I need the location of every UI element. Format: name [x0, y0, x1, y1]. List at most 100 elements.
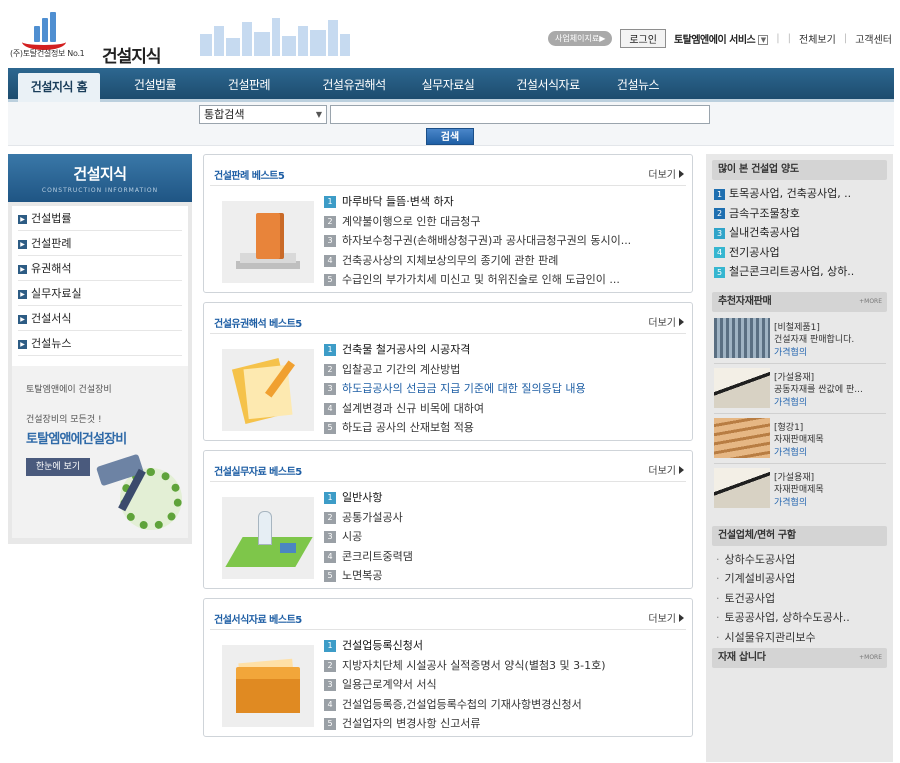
list-item[interactable]: 1 일반사항	[324, 488, 684, 508]
list-item[interactable]: 3 실내건축공사업	[714, 223, 889, 243]
list-item-text: 건설업등록신청서	[342, 639, 423, 652]
view-all-button[interactable]: 한눈에 보기	[26, 458, 90, 476]
sidebar-item-forms[interactable]: ▶ 건설서식	[18, 306, 182, 331]
list-item[interactable]: 시설물유지관리보수	[716, 628, 888, 647]
list-item[interactable]: 4 설계변경과 신규 비목에 대하여	[324, 399, 684, 419]
rank-badge: 2	[714, 208, 725, 219]
sidebar-subtitle: CONSTRUCTION INFORMATION	[41, 187, 159, 194]
sidebar-item-label: 건설뉴스	[31, 337, 72, 350]
license-wanted-header: 건설업체/면허 구함	[712, 526, 887, 546]
sidebar-item-label: 건설판례	[31, 237, 72, 250]
nav-item-home[interactable]: 건설지식 홈	[18, 73, 100, 102]
more-link[interactable]: 더보기	[648, 166, 684, 181]
divider	[714, 363, 886, 364]
chevron-down-icon[interactable]: ▼	[758, 34, 769, 45]
rank-badge: 4	[324, 254, 336, 267]
nav-item-precedent[interactable]: 건설판례	[212, 68, 286, 99]
arrow-right-icon	[679, 318, 684, 326]
nav-item-law[interactable]: 건설법률	[118, 68, 192, 99]
list-item[interactable]: 3 시공	[324, 527, 684, 547]
product-item[interactable]: [비철제품1] 건설자재 판매합니다. 가격협의	[712, 316, 888, 360]
list-item[interactable]: 4 건설업등록증,건설업등록수첩의 기재사항변경신청서	[324, 695, 684, 715]
list-item[interactable]: 4 콘크리트중력댐	[324, 547, 684, 567]
business-info-badge[interactable]: 사업체이지료▶	[548, 30, 613, 46]
list-item[interactable]: 2 계약불이행으로 인한 대금청구	[324, 212, 684, 232]
list-item[interactable]: 1 토목공사업, 건축공사업, ..	[714, 184, 889, 204]
rank-badge: 4	[324, 550, 336, 563]
rank-badge: 4	[324, 698, 336, 711]
list-item-text: 계약불이행으로 인한 대금청구	[342, 214, 481, 228]
service-dropdown[interactable]: 토탈엠엔에이 서비스 ▼	[674, 31, 769, 46]
sidebar-item-label: 유권해석	[31, 262, 72, 275]
nav-item-practice-data[interactable]: 실무자료실	[406, 68, 490, 99]
rank-badge: 3	[714, 227, 725, 239]
rank-badge: 1	[324, 196, 336, 208]
city-skyline-decoration	[200, 14, 350, 56]
list-item[interactable]: 5 수급인의 부가가치세 미신고 및 허위진술로 인해 도급인이 ...	[324, 270, 684, 290]
product-item[interactable]: [가설용재] 자재판매제목 가격협의	[712, 466, 888, 510]
rank-badge: 5	[324, 274, 336, 287]
divider	[210, 185, 686, 186]
more-link[interactable]: 더보기	[648, 462, 684, 477]
sidebar-item-practice-data[interactable]: ▶ 실무자료실	[18, 281, 182, 306]
best5-list: 1 건설업등록신청서 2 지방자치단체 시설공사 실적증명서 양식(별첨3 및 3-…	[324, 636, 684, 734]
more-link[interactable]: 더보기	[648, 610, 684, 625]
list-item[interactable]: 3 일용근로계약서 서식	[324, 675, 684, 695]
list-item[interactable]: 5 건설업자의 변경사항 신고서류	[324, 714, 684, 734]
building-logo-icon	[22, 12, 66, 50]
list-item[interactable]: 5 하도급 공사의 산재보험 적용	[324, 418, 684, 438]
sitemap-link[interactable]: 전체보기	[799, 31, 836, 46]
list-item[interactable]: 기계설비공사업	[716, 569, 888, 588]
search-button[interactable]: 검색	[426, 128, 474, 145]
list-item[interactable]: 5 노면복공	[324, 566, 684, 586]
more-label: 더보기	[648, 466, 676, 477]
list-item[interactable]: 2 금속구조물창호	[714, 204, 889, 224]
list-item-text: 일용근로계약서 서식	[342, 678, 437, 692]
product-item[interactable]: [가설용재] 공동자재를 싼값에 판... 가격협의	[712, 366, 888, 410]
list-item[interactable]: 2 지방자치단체 시설공사 실적증명서 양식(별첨3 및 3-1호)	[324, 656, 684, 676]
list-item[interactable]: 3 하자보수청구권(손해배상청구권)과 공사대금청구권의 동시이...	[324, 231, 684, 251]
nav-item-interpretation[interactable]: 건설유권해석	[306, 68, 402, 99]
right-sidebar: 많이 본 건설업 양도 1 토목공사업, 건축공사업, .. 2 금속구조물창호 3…	[706, 154, 893, 762]
sidebar-item-precedent[interactable]: ▶ 건설판례	[18, 231, 182, 256]
list-item[interactable]: 토공공사업, 상하수도공사..	[716, 608, 888, 627]
rank-badge: 4	[324, 402, 336, 415]
rank-badge: 2	[324, 511, 336, 524]
section-title: 자재 삽니다	[718, 652, 766, 663]
equipment-banner[interactable]: 토탈엠앤에이 건설장비 건설장비의 모든것 ! 토탈엠앤에건설장비 한눈에 보기	[12, 366, 188, 538]
rank-badge: 3	[324, 531, 336, 544]
list-item[interactable]: 4 건축공사상의 지체보상의무의 종기에 관한 판례	[324, 251, 684, 271]
list-item-text: 설계변경과 신규 비목에 대하여	[342, 401, 485, 415]
sidebar-item-law[interactable]: ▶ 건설법률	[18, 206, 182, 231]
more-link[interactable]: +MORE	[859, 648, 882, 668]
sidebar-item-interpretation[interactable]: ▶ 유권해석	[18, 256, 182, 281]
site-logo[interactable]: (주)토탈건설정보 No.1 건설지식	[10, 8, 180, 67]
list-item[interactable]: 1 건설업등록신청서	[324, 636, 684, 656]
rank-badge: 2	[324, 363, 336, 376]
list-item[interactable]: 4 전기공사업	[714, 243, 889, 263]
sidebar-item-label: 건설서식	[31, 312, 72, 325]
best5-box-forms: 건설서식자료 베스트5 더보기 1 건설업등록신청서 2 지방자치단체 시설공사 실…	[203, 598, 693, 737]
nav-item-news[interactable]: 건설뉴스	[598, 68, 678, 99]
login-button[interactable]: 로그인	[620, 28, 666, 48]
list-item[interactable]: 5 철근콘크리트공사업, 상하..	[714, 262, 889, 282]
list-item[interactable]: 1 마루바닥 들뜸·변색 하자	[324, 192, 684, 212]
search-scope-select[interactable]: 통합검색 ▼	[199, 105, 327, 124]
list-item[interactable]: 상하수도공사업	[716, 550, 888, 569]
sidebar-item-news[interactable]: ▶ 건설뉴스	[18, 331, 182, 356]
divider: |	[843, 32, 848, 44]
customer-center-link[interactable]: 고객센터	[855, 31, 892, 46]
map-icon	[222, 497, 314, 579]
more-link[interactable]: +MORE	[859, 292, 882, 312]
list-item[interactable]: 1 건축물 철거공사의 시공자격	[324, 340, 684, 360]
more-link[interactable]: 더보기	[648, 314, 684, 329]
materials-buy-header: 자재 삽니다 +MORE	[712, 648, 887, 668]
search-input[interactable]	[330, 105, 710, 124]
list-item[interactable]: 2 입찰공고 기간의 계산방법	[324, 360, 684, 380]
rank-badge: 3	[324, 383, 336, 396]
product-item[interactable]: [형강1] 자재판매제목 가격협의	[712, 416, 888, 460]
list-item[interactable]: 2 공통가설공사	[324, 508, 684, 528]
list-item[interactable]: 3 하도급공사의 선급금 지급 기준에 대한 질의응답 내용	[324, 379, 684, 399]
list-item[interactable]: 토건공사업	[716, 589, 888, 608]
nav-item-forms[interactable]: 건설서식자료	[496, 68, 600, 99]
